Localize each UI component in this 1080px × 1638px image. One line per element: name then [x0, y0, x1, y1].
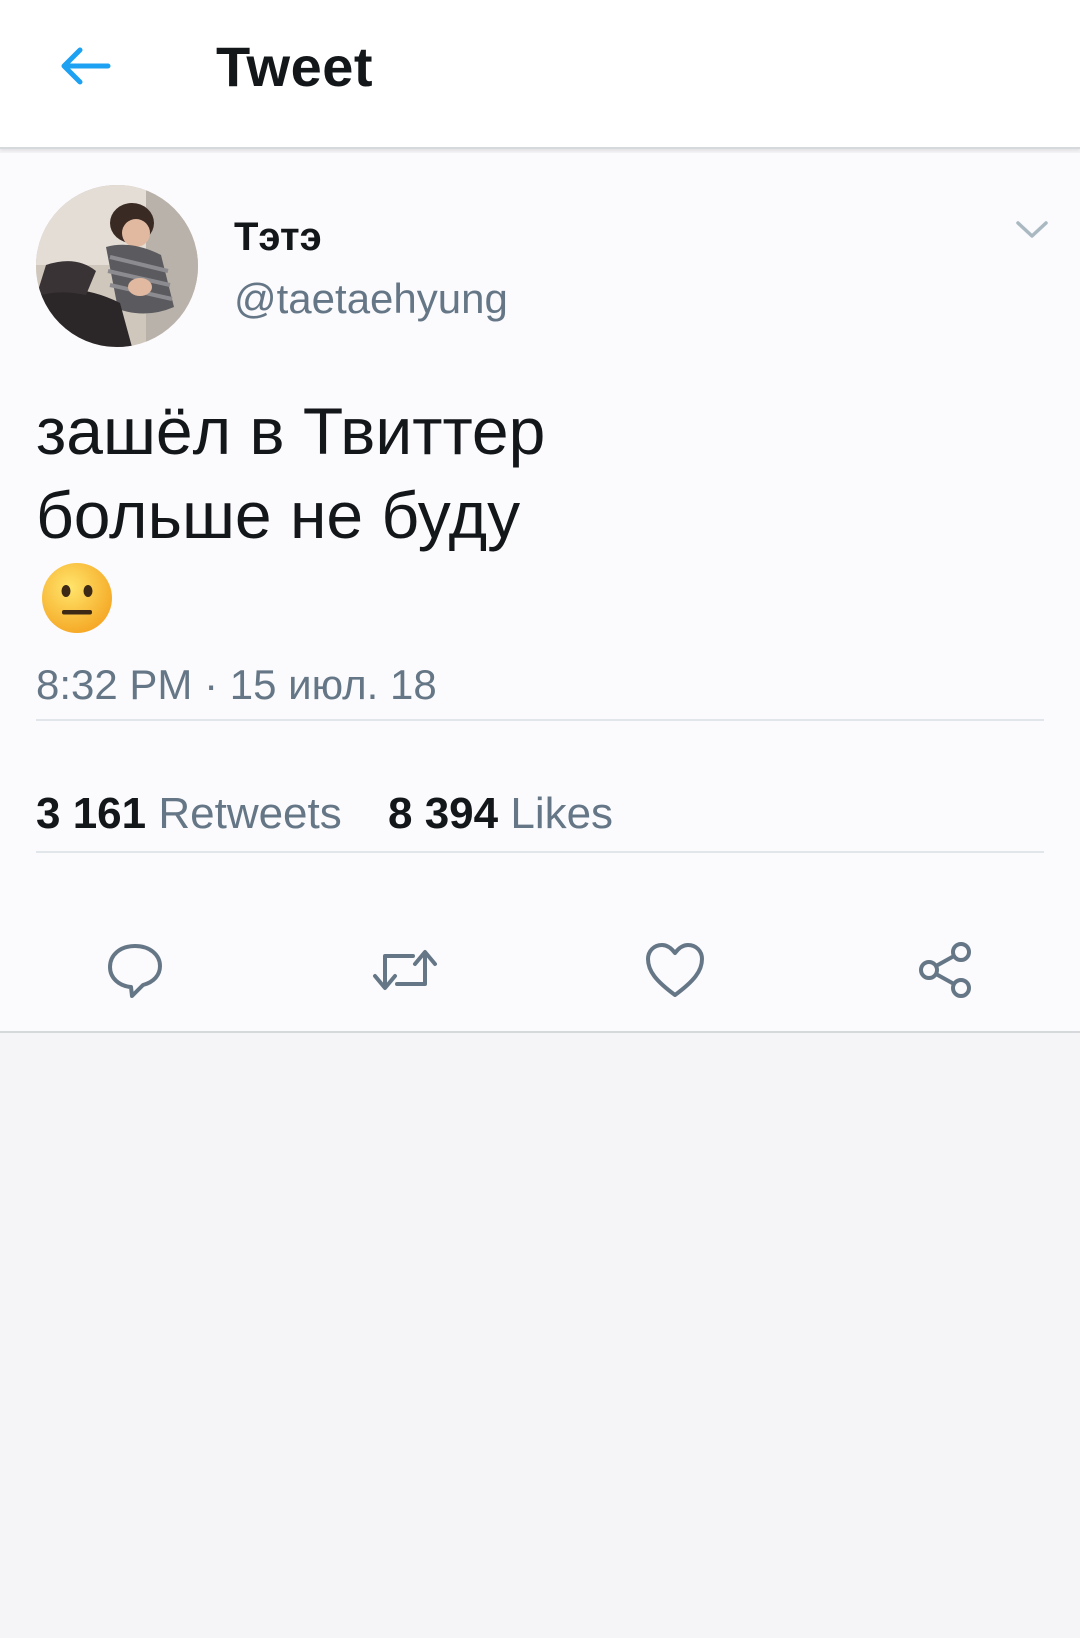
retweets-count: 3 161 [36, 789, 147, 838]
retweets-stat[interactable]: 3 161 Retweets [36, 789, 342, 839]
retweet-icon [373, 950, 437, 990]
share-button[interactable] [910, 937, 980, 1003]
tweet-text: зашёл в Твиттер больше не буду [36, 389, 545, 557]
page-title: Tweet [216, 35, 374, 98]
neutral-face-icon [42, 563, 112, 633]
avatar-image [36, 185, 198, 347]
chevron-down-icon [1016, 221, 1048, 238]
more-options-button[interactable] [1010, 213, 1054, 247]
tweet-timestamp: 8:32 PM · 15 июл. 18 [36, 661, 437, 708]
tweet-text-line: больше не буду [36, 478, 521, 552]
share-icon [919, 942, 971, 998]
divider [36, 719, 1044, 721]
tweet-text-line: зашёл в Твиттер [36, 394, 546, 468]
reply-icon [108, 944, 162, 998]
author-display-name[interactable]: Тэтэ [234, 215, 322, 260]
author-handle[interactable]: @taetaehyung [234, 275, 508, 323]
tweet-card: Тэтэ @taetaehyung зашёл в Твиттер больше… [0, 153, 1080, 1033]
app-header: Tweet [0, 0, 1080, 149]
likes-stat[interactable]: 8 394 Likes [388, 789, 613, 839]
heart-icon [646, 943, 704, 997]
action-bar [0, 915, 1080, 1025]
likes-count: 8 394 [388, 789, 499, 838]
likes-label: Likes [510, 789, 614, 838]
divider [36, 851, 1044, 853]
back-button[interactable] [52, 36, 116, 96]
avatar[interactable] [36, 185, 198, 347]
retweet-button[interactable] [370, 937, 440, 1003]
tweet-stats: 3 161 Retweets 8 394 Likes [36, 789, 647, 839]
reply-button[interactable] [100, 937, 170, 1003]
like-button[interactable] [640, 937, 710, 1003]
retweets-label: Retweets [158, 789, 342, 838]
arrow-left-icon [61, 47, 111, 85]
